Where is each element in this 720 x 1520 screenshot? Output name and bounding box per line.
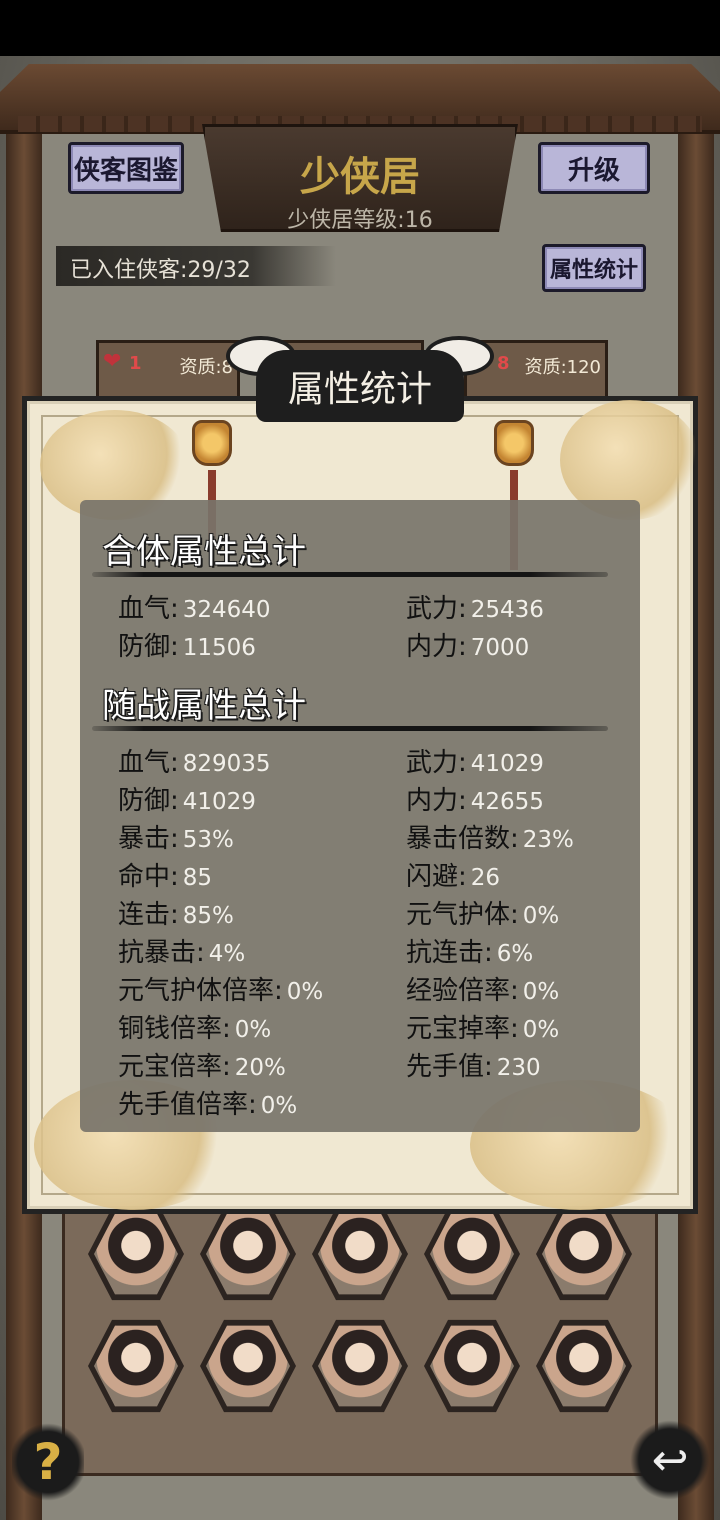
stat-anti-combo: 抗连击: 6%	[406, 938, 534, 968]
heart-icon: ❤	[103, 349, 122, 374]
aptitude-label: 资质:120	[524, 357, 601, 378]
stat-ingot-rate: 元宝倍率: 20%	[118, 1052, 286, 1082]
stat-accuracy: 命中: 85	[118, 862, 213, 892]
combined-section-title: 合体属性总计	[102, 532, 306, 572]
residents-count: 已入住侠客:29/32	[56, 246, 336, 286]
lantern-icon	[494, 420, 534, 466]
stat-crit: 暴击: 53%	[118, 824, 234, 854]
stat-initiative: 先手值: 230	[406, 1052, 541, 1082]
stats-button[interactable]: 属性统计	[542, 244, 646, 292]
heroes-book-button[interactable]: 侠客图鉴	[68, 142, 184, 194]
stat-combined-inner: 内力: 7000	[406, 632, 530, 662]
stat-hp: 血气: 829035	[118, 748, 271, 778]
stat-dodge: 闪避: 26	[406, 862, 501, 892]
stat-copper-rate: 铜钱倍率: 0%	[118, 1014, 272, 1044]
modal-header: 属性统计	[256, 350, 464, 422]
section-divider	[92, 726, 608, 731]
return-arrow-icon[interactable]: ↩	[630, 1420, 710, 1500]
stat-attack: 武力: 41029	[406, 748, 544, 778]
stat-qi-shield-rate: 元气护体倍率: 0%	[118, 976, 324, 1006]
stat-anti-crit: 抗暴击: 4%	[118, 938, 246, 968]
stat-qi-shield: 元气护体: 0%	[406, 900, 560, 930]
stat-inner-power: 内力: 42655	[406, 786, 544, 816]
aptitude-label: 资质:8	[179, 357, 233, 378]
stat-initiative-rate: 先手值倍率: 0%	[118, 1090, 298, 1120]
residence-level: 少侠居等级:16	[287, 208, 433, 233]
upgrade-button[interactable]: 升级	[538, 142, 650, 194]
page-title: 少侠居	[300, 154, 420, 200]
section-divider	[92, 572, 608, 577]
heart-count: 8	[497, 353, 510, 374]
help-icon[interactable]: ?	[12, 1420, 84, 1504]
stat-combined-hp: 血气: 324640	[118, 594, 271, 624]
follower-section-title: 随战属性总计	[102, 686, 306, 726]
stat-combined-attack: 武力: 25436	[406, 594, 544, 624]
lantern-icon	[192, 420, 232, 466]
stat-combo: 连击: 85%	[118, 900, 234, 930]
heart-count: 1	[129, 353, 142, 374]
stat-combined-defense: 防御: 11506	[118, 632, 256, 662]
modal-title: 属性统计	[287, 369, 432, 410]
stat-crit-multiplier: 暴击倍数: 23%	[406, 824, 574, 854]
stat-ingot-drop-rate: 元宝掉率: 0%	[406, 1014, 560, 1044]
stat-defense: 防御: 41029	[118, 786, 256, 816]
stat-exp-rate: 经验倍率: 0%	[406, 976, 560, 1006]
